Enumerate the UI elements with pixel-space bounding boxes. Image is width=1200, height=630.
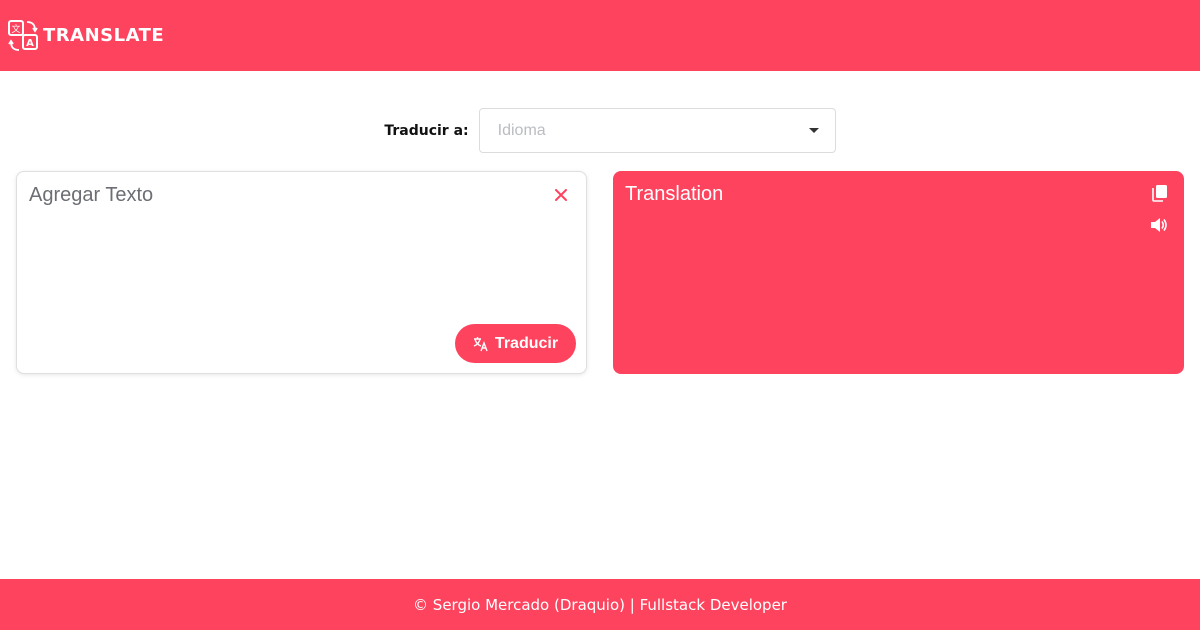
app-header: 文 A TRANSLATE (0, 0, 1200, 71)
footer-credit: © Sergio Mercado (Draquio) | Fullstack D… (413, 595, 787, 614)
language-label: Traducir a: (384, 122, 469, 139)
translate-logo-icon: 文 A (8, 19, 38, 51)
brand-title: TRANSLATE (43, 25, 165, 46)
language-select[interactable]: Idioma (478, 108, 836, 153)
app-footer: © Sergio Mercado (Draquio) | Fullstack D… (0, 579, 1200, 630)
translation-output: Translation (625, 183, 724, 205)
chevron-down-icon (808, 128, 819, 133)
language-row: Traducir a: Idioma (0, 108, 1200, 153)
copy-icon[interactable] (1152, 184, 1168, 207)
language-placeholder: Idioma (497, 121, 546, 139)
volume-icon[interactable] (1150, 217, 1168, 238)
input-card: Traducir (16, 171, 587, 374)
translate-icon (473, 336, 488, 351)
svg-text:A: A (26, 38, 34, 49)
translate-button-label: Traducir (494, 334, 559, 352)
output-card: Translation (613, 171, 1184, 374)
translate-button[interactable]: Traducir (455, 324, 576, 363)
svg-text:文: 文 (11, 23, 20, 35)
source-text-input[interactable] (29, 184, 539, 324)
close-icon[interactable] (552, 186, 570, 204)
